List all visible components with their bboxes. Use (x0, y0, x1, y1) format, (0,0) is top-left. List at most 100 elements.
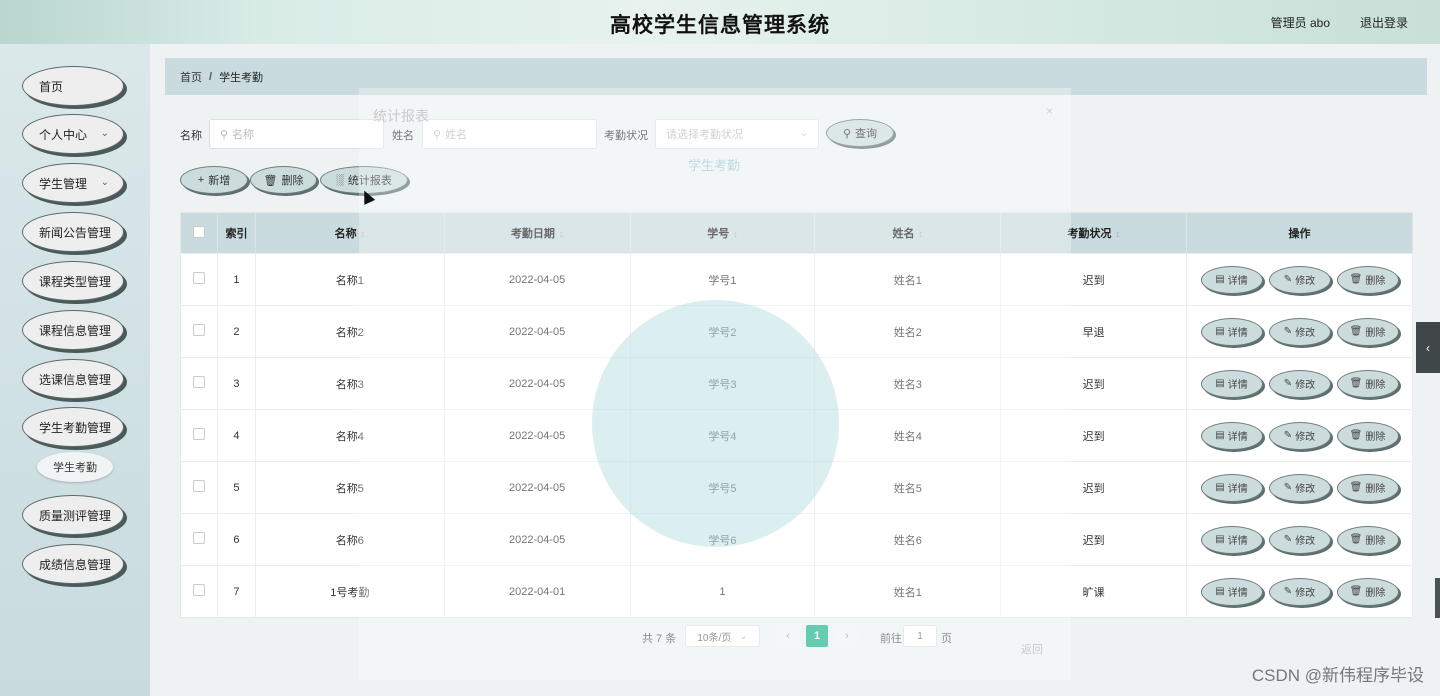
sidebar-item-quality-mgmt[interactable]: 质量测评管理 (22, 495, 124, 535)
sort-icon[interactable]: ↕ (1115, 229, 1120, 239)
sidebar-subitem-attendance[interactable]: 学生考勤 (37, 452, 113, 482)
row-checkbox[interactable] (192, 428, 205, 440)
query-button[interactable]: ⚲ 查询 (826, 119, 894, 147)
row-delete-button[interactable]: 🗑 删除 (1336, 265, 1399, 294)
row-checkbox[interactable] (192, 376, 205, 388)
close-icon[interactable]: × (1046, 104, 1053, 118)
cell-index: 7 (217, 565, 256, 618)
sidebar-item-course-type-mgmt[interactable]: 课程类型管理 (22, 261, 124, 301)
sidebar-item-home[interactable]: 首页 (22, 66, 124, 106)
trash-icon: 🗑 (1349, 430, 1363, 441)
cell-actions: ▤ 详情 ✎ 修改 🗑 删除 (1186, 513, 1413, 566)
cell-date: 2022-04-05 (444, 253, 631, 306)
sort-icon[interactable]: ↕ (733, 229, 738, 239)
chevron-down-icon: ⌄ (100, 177, 109, 188)
sidebar-item-news-mgmt[interactable]: 新闻公告管理 (22, 212, 124, 252)
name-input[interactable]: ⚲ 名称 (209, 119, 384, 149)
status-select[interactable]: 请选择考勤状况 ⌄ (655, 119, 819, 149)
edit-button[interactable]: ✎ 修改 (1268, 421, 1331, 450)
row-delete-button[interactable]: 🗑 删除 (1336, 525, 1399, 554)
sort-icon[interactable]: ↕ (919, 229, 924, 239)
report-dialog-return-button[interactable]: 返回 (1021, 641, 1043, 657)
person-input[interactable]: ⚲ 姓名 (422, 119, 597, 149)
row-delete-button[interactable]: 🗑 删除 (1336, 369, 1399, 398)
detail-button[interactable]: ▤ 详情 (1200, 369, 1263, 398)
current-user: 管理员 abo (1270, 16, 1330, 30)
page-size-select[interactable]: 10条/页 ⌄ (685, 625, 760, 647)
edit-button[interactable]: ✎ 修改 (1268, 317, 1331, 346)
row-checkbox[interactable] (192, 324, 205, 336)
cell-student-no: 学号3 (630, 357, 816, 410)
cell-date: 2022-04-05 (444, 409, 631, 462)
sidebar-item-course-info-mgmt[interactable]: 课程信息管理 (22, 310, 124, 350)
col-index: 索引 (217, 212, 256, 254)
row-checkbox[interactable] (192, 532, 205, 544)
attendance-table: 索引 名称 ↕ 考勤日期 ↕ 学号 ↕ 姓名 ↕ 考勤状况 ↕ 操作 1 名称1 2022-0… (180, 212, 1413, 618)
breadcrumb-home[interactable]: 首页 (180, 69, 202, 85)
row-checkbox[interactable] (192, 584, 205, 596)
goto-page-input[interactable]: 1 (903, 625, 937, 647)
row-delete-button[interactable]: 🗑 删除 (1336, 421, 1399, 450)
col-name[interactable]: 名称 ↕ (255, 212, 445, 254)
edit-button[interactable]: ✎ 修改 (1268, 265, 1331, 294)
sidebar-item-attendance-mgmt[interactable]: 学生考勤管理 (22, 407, 124, 447)
col-student-no[interactable]: 学号 ↕ (630, 212, 816, 254)
cell-index: 3 (217, 357, 256, 410)
trash-icon: 🗑 (263, 174, 278, 187)
trash-icon: 🗑 (1349, 482, 1363, 493)
cell-person: 姓名6 (814, 513, 1002, 566)
delete-button[interactable]: 🗑 删除 (250, 166, 317, 194)
detail-button[interactable]: ▤ 详情 (1200, 265, 1263, 294)
scrollbar[interactable] (1435, 578, 1440, 618)
col-date[interactable]: 考勤日期 ↕ (444, 212, 631, 254)
row-checkbox[interactable] (192, 272, 205, 284)
sidebar-item-personal-center[interactable]: 个人中心 ⌄ (22, 114, 124, 154)
cell-index: 2 (217, 305, 256, 358)
chevron-down-icon: ⌄ (100, 128, 109, 139)
next-page-button[interactable]: › (835, 625, 859, 647)
cell-actions: ▤ 详情 ✎ 修改 🗑 删除 (1186, 253, 1413, 306)
cell-index: 1 (217, 253, 256, 306)
pagination-total: 共 7 条 (642, 633, 677, 645)
edit-button[interactable]: ✎ 修改 (1268, 369, 1331, 398)
col-status[interactable]: 考勤状况 ↕ (1000, 212, 1187, 254)
add-button[interactable]: + 新增 (180, 166, 248, 194)
prev-page-button[interactable]: ‹ (776, 625, 800, 647)
row-checkbox-cell (180, 409, 218, 462)
chevron-down-icon: ⌄ (799, 128, 808, 139)
collapse-panel-button[interactable]: ‹ (1416, 322, 1440, 373)
document-icon: ▤ (1215, 482, 1225, 493)
row-checkbox-cell (180, 253, 218, 306)
detail-button[interactable]: ▤ 详情 (1200, 317, 1263, 346)
table-row: 5 名称5 2022-04-05 学号5 姓名5 迟到 ▤ 详情 ✎ 修改 🗑 删除 (180, 461, 1413, 514)
row-checkbox[interactable] (192, 480, 205, 492)
search-icon: ⚲ (842, 127, 852, 140)
select-all-checkbox[interactable] (192, 225, 205, 238)
row-delete-button[interactable]: 🗑 删除 (1336, 317, 1399, 346)
page-number-current[interactable]: 1 (806, 625, 828, 647)
row-delete-button[interactable]: 🗑 删除 (1336, 473, 1399, 502)
detail-button[interactable]: ▤ 详情 (1200, 473, 1263, 502)
sidebar-item-course-select-mgmt[interactable]: 选课信息管理 (22, 359, 124, 399)
sidebar-item-student-mgmt[interactable]: 学生管理 ⌄ (22, 163, 124, 203)
row-actions: ▤ 详情 ✎ 修改 🗑 删除 (1187, 525, 1412, 554)
chevron-left-icon: ‹ (1426, 340, 1430, 355)
edit-button[interactable]: ✎ 修改 (1268, 577, 1331, 606)
sort-icon[interactable]: ↕ (559, 229, 564, 239)
detail-button[interactable]: ▤ 详情 (1200, 525, 1263, 554)
edit-button[interactable]: ✎ 修改 (1268, 473, 1331, 502)
sidebar-item-grade-mgmt[interactable]: 成绩信息管理 (22, 544, 124, 584)
cell-date: 2022-04-05 (444, 357, 631, 410)
sort-icon[interactable]: ↕ (361, 229, 366, 239)
edit-button[interactable]: ✎ 修改 (1268, 525, 1331, 554)
report-dialog-title: 统计报表 (373, 108, 429, 124)
cell-actions: ▤ 详情 ✎ 修改 🗑 删除 (1186, 357, 1413, 410)
cell-actions: ▤ 详情 ✎ 修改 🗑 删除 (1186, 409, 1413, 462)
logout-link[interactable]: 退出登录 (1360, 14, 1408, 31)
col-person[interactable]: 姓名 ↕ (814, 212, 1002, 254)
pencil-icon: ✎ (1283, 586, 1293, 597)
detail-button[interactable]: ▤ 详情 (1200, 421, 1263, 450)
detail-button[interactable]: ▤ 详情 (1200, 577, 1263, 606)
row-delete-button[interactable]: 🗑 删除 (1336, 577, 1399, 606)
sidebar: 首页 个人中心 ⌄ 学生管理 ⌄ 新闻公告管理 课程类型管理 课程信息管理 选课信息… (0, 44, 150, 696)
